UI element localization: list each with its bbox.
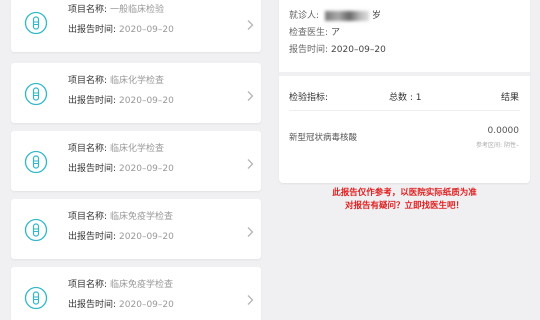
section-divider (279, 72, 530, 76)
project-name-row: 项目名称: 临床化学检查 (68, 75, 164, 87)
report-time-label: 出报告时间: (68, 25, 117, 35)
project-name-label: 项目名称: (68, 76, 108, 86)
project-name-row: 项目名称: 临床化学检查 (68, 143, 164, 155)
test-tube-icon (24, 82, 48, 106)
chevron-right-icon (245, 87, 255, 101)
chevron-right-icon (245, 291, 255, 305)
report-time-row: 出报告时间: 2020–09–20 (68, 299, 174, 311)
report-list: 项目名称: 一般临床检验 出报告时间: 2020–09–20 项目名称: 临床化学检查… (0, 0, 272, 320)
doctor-row: 检查医生: ア (289, 25, 340, 38)
project-name-value: 一般临床检验 (110, 5, 165, 15)
indicator-column-header: 检验指标: (289, 93, 329, 103)
report-time-value: 2020–09–20 (119, 25, 174, 35)
test-tube-icon (24, 286, 48, 310)
doctor-label: 检查医生: (289, 28, 329, 38)
report-time-value: 2020–09–20 (119, 164, 174, 174)
test-tube-icon (24, 150, 48, 174)
patient-row: 就诊人: 岁 (289, 8, 381, 21)
doctor-value: ア (331, 28, 341, 38)
report-detail-panel: 就诊人: 岁 检查医生: ア 报告时间: 2020–09–20 检验指标: 总数 : … (279, 0, 530, 183)
chevron-right-icon (245, 155, 255, 169)
result-column-header: 结果 (500, 93, 519, 103)
project-name-value: 临床化学检查 (110, 144, 165, 154)
report-time-row: 出报告时间: 2020–09–20 (68, 231, 174, 243)
report-time-value: 2020–09–20 (119, 96, 174, 106)
report-date-label: 报告时间: (289, 45, 329, 55)
report-card[interactable]: 项目名称: 临床化学检查 出报告时间: 2020–09–20 (11, 131, 261, 191)
reference-range-label: 参考区间: (476, 142, 503, 149)
project-name-row: 项目名称: 一般临床检验 (68, 4, 164, 16)
project-name-value: 临床免疫学检查 (110, 280, 174, 290)
test-tube-icon (24, 218, 48, 242)
test-tube-icon (24, 11, 48, 35)
project-name-label: 项目名称: (68, 144, 108, 154)
chevron-right-icon (245, 16, 255, 30)
ask-doctor-line[interactable]: 对报告有疑问？立即找医生吧！ (279, 200, 530, 213)
report-card[interactable]: 项目名称: 临床免疫学检查 出报告时间: 2020–09–20 (11, 267, 261, 320)
report-time-label: 出报告时间: (68, 300, 117, 310)
report-time-value: 2020–09–20 (119, 300, 174, 310)
patient-label: 就诊人: (289, 11, 320, 21)
report-card[interactable]: 项目名称: 一般临床检验 出报告时间: 2020–09–20 (11, 0, 261, 52)
indicator-value: 0.0000 (487, 126, 520, 136)
total-count: 总数 : 1 (389, 93, 422, 103)
project-name-label: 项目名称: (68, 5, 108, 15)
chevron-right-icon (245, 223, 255, 237)
report-date-value: 2020–09–20 (331, 45, 386, 55)
project-name-label: 项目名称: (68, 280, 108, 290)
report-time-value: 2020–09–20 (119, 232, 174, 242)
project-name-row: 项目名称: 临床免疫学检查 (68, 279, 173, 291)
report-time-row: 出报告时间: 2020–09–20 (68, 163, 174, 175)
row-divider (289, 110, 520, 111)
project-name-row: 项目名称: 临床免疫学检查 (68, 211, 173, 223)
disclaimer-notice: 此报告仅作参考，以医院实际纸质为准 对报告有疑问？立即找医生吧！ (279, 187, 530, 213)
report-card[interactable]: 项目名称: 临床免疫学检查 出报告时间: 2020–09–20 (11, 199, 261, 259)
report-card[interactable]: 项目名称: 临床化学检查 出报告时间: 2020–09–20 (11, 63, 261, 123)
indicator-name: 新型冠状病毒核酸 (289, 133, 358, 143)
reference-range-value: 阴性– (503, 142, 519, 149)
patient-name-redacted (325, 10, 370, 21)
report-time-label: 出报告时间: (68, 164, 117, 174)
project-name-label: 项目名称: (68, 212, 108, 222)
reference-range: 参考区间: 阴性– (476, 140, 519, 149)
report-time-row: 出报告时间: 2020–09–20 (68, 24, 174, 36)
report-date-row: 报告时间: 2020–09–20 (289, 42, 386, 55)
project-name-value: 临床化学检查 (110, 76, 165, 86)
project-name-value: 临床免疫学检查 (110, 212, 174, 222)
report-time-label: 出报告时间: (68, 96, 117, 106)
disclaimer-line-1: 此报告仅作参考，以医院实际纸质为准 (332, 188, 477, 198)
patient-age-suffix: 岁 (372, 11, 382, 21)
report-time-row: 出报告时间: 2020–09–20 (68, 95, 174, 107)
report-time-label: 出报告时间: (68, 232, 117, 242)
